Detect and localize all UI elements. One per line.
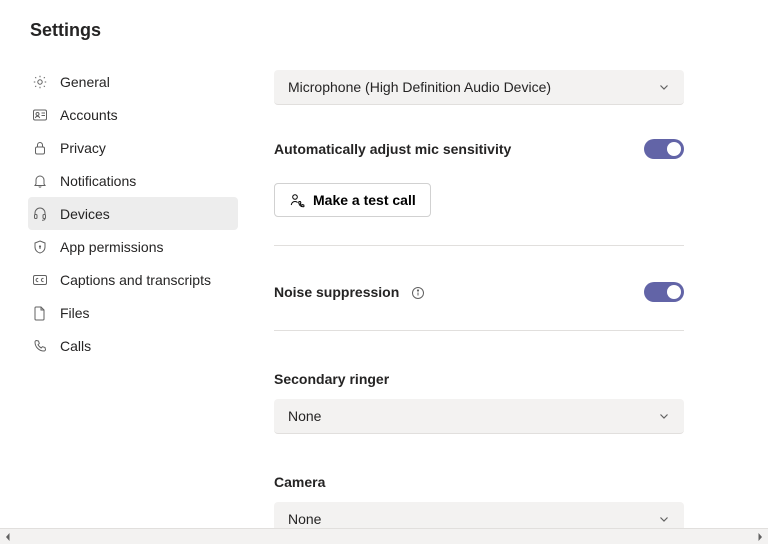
scrollbar-track[interactable] [16, 529, 752, 545]
scroll-left-button[interactable] [0, 529, 16, 545]
scroll-right-button[interactable] [752, 529, 768, 545]
sidebar-item-devices[interactable]: Devices [28, 197, 238, 230]
sidebar-item-label: General [60, 74, 110, 90]
shield-icon [32, 239, 48, 255]
noise-suppression-toggle[interactable] [644, 282, 684, 302]
camera-label: Camera [274, 474, 728, 490]
headset-icon [32, 206, 48, 222]
phone-icon [32, 338, 48, 354]
sidebar-item-general[interactable]: General [28, 65, 238, 98]
camera-dropdown[interactable]: None [274, 502, 684, 528]
auto-mic-sensitivity-row: Automatically adjust mic sensitivity [274, 139, 684, 159]
divider [274, 330, 684, 331]
sidebar-item-label: Notifications [60, 173, 136, 189]
button-label: Make a test call [313, 192, 416, 208]
sidebar-item-label: Privacy [60, 140, 106, 156]
captions-icon [32, 272, 48, 288]
chevron-down-icon [658, 81, 670, 93]
sidebar-item-accounts[interactable]: Accounts [28, 98, 238, 131]
sidebar-item-label: Captions and transcripts [60, 272, 211, 288]
page-title: Settings [30, 20, 238, 41]
dropdown-value: Microphone (High Definition Audio Device… [288, 79, 551, 95]
file-icon [32, 305, 48, 321]
horizontal-scrollbar[interactable] [0, 528, 768, 544]
secondary-ringer-dropdown[interactable]: None [274, 399, 684, 434]
sidebar-item-label: Devices [60, 206, 110, 222]
dropdown-value: None [288, 408, 321, 424]
sidebar-item-captions[interactable]: Captions and transcripts [28, 263, 238, 296]
auto-mic-sensitivity-label: Automatically adjust mic sensitivity [274, 141, 511, 157]
sidebar-item-label: Files [60, 305, 90, 321]
microphone-dropdown[interactable]: Microphone (High Definition Audio Device… [274, 70, 684, 105]
sidebar-item-label: Calls [60, 338, 91, 354]
sidebar-item-files[interactable]: Files [28, 296, 238, 329]
info-icon[interactable] [411, 286, 425, 300]
secondary-ringer-label: Secondary ringer [274, 371, 728, 387]
settings-nav: General Accounts Privacy Notifications [28, 65, 238, 362]
id-card-icon [32, 107, 48, 123]
bell-icon [32, 173, 48, 189]
sidebar-item-privacy[interactable]: Privacy [28, 131, 238, 164]
noise-suppression-row: Noise suppression [274, 282, 684, 302]
settings-sidebar: Settings General Accounts Privacy [28, 20, 238, 528]
sidebar-item-notifications[interactable]: Notifications [28, 164, 238, 197]
chevron-down-icon [658, 513, 670, 525]
sidebar-item-label: App permissions [60, 239, 164, 255]
settings-main-panel: Microphone (High Definition Audio Device… [238, 20, 768, 528]
person-call-icon [289, 192, 305, 208]
sidebar-item-calls[interactable]: Calls [28, 329, 238, 362]
sidebar-item-app-permissions[interactable]: App permissions [28, 230, 238, 263]
dropdown-value: None [288, 511, 321, 527]
sidebar-item-label: Accounts [60, 107, 118, 123]
make-test-call-button[interactable]: Make a test call [274, 183, 431, 217]
chevron-down-icon [658, 410, 670, 422]
gear-icon [32, 74, 48, 90]
divider [274, 245, 684, 246]
auto-mic-sensitivity-toggle[interactable] [644, 139, 684, 159]
noise-suppression-label: Noise suppression [274, 284, 425, 300]
lock-icon [32, 140, 48, 156]
